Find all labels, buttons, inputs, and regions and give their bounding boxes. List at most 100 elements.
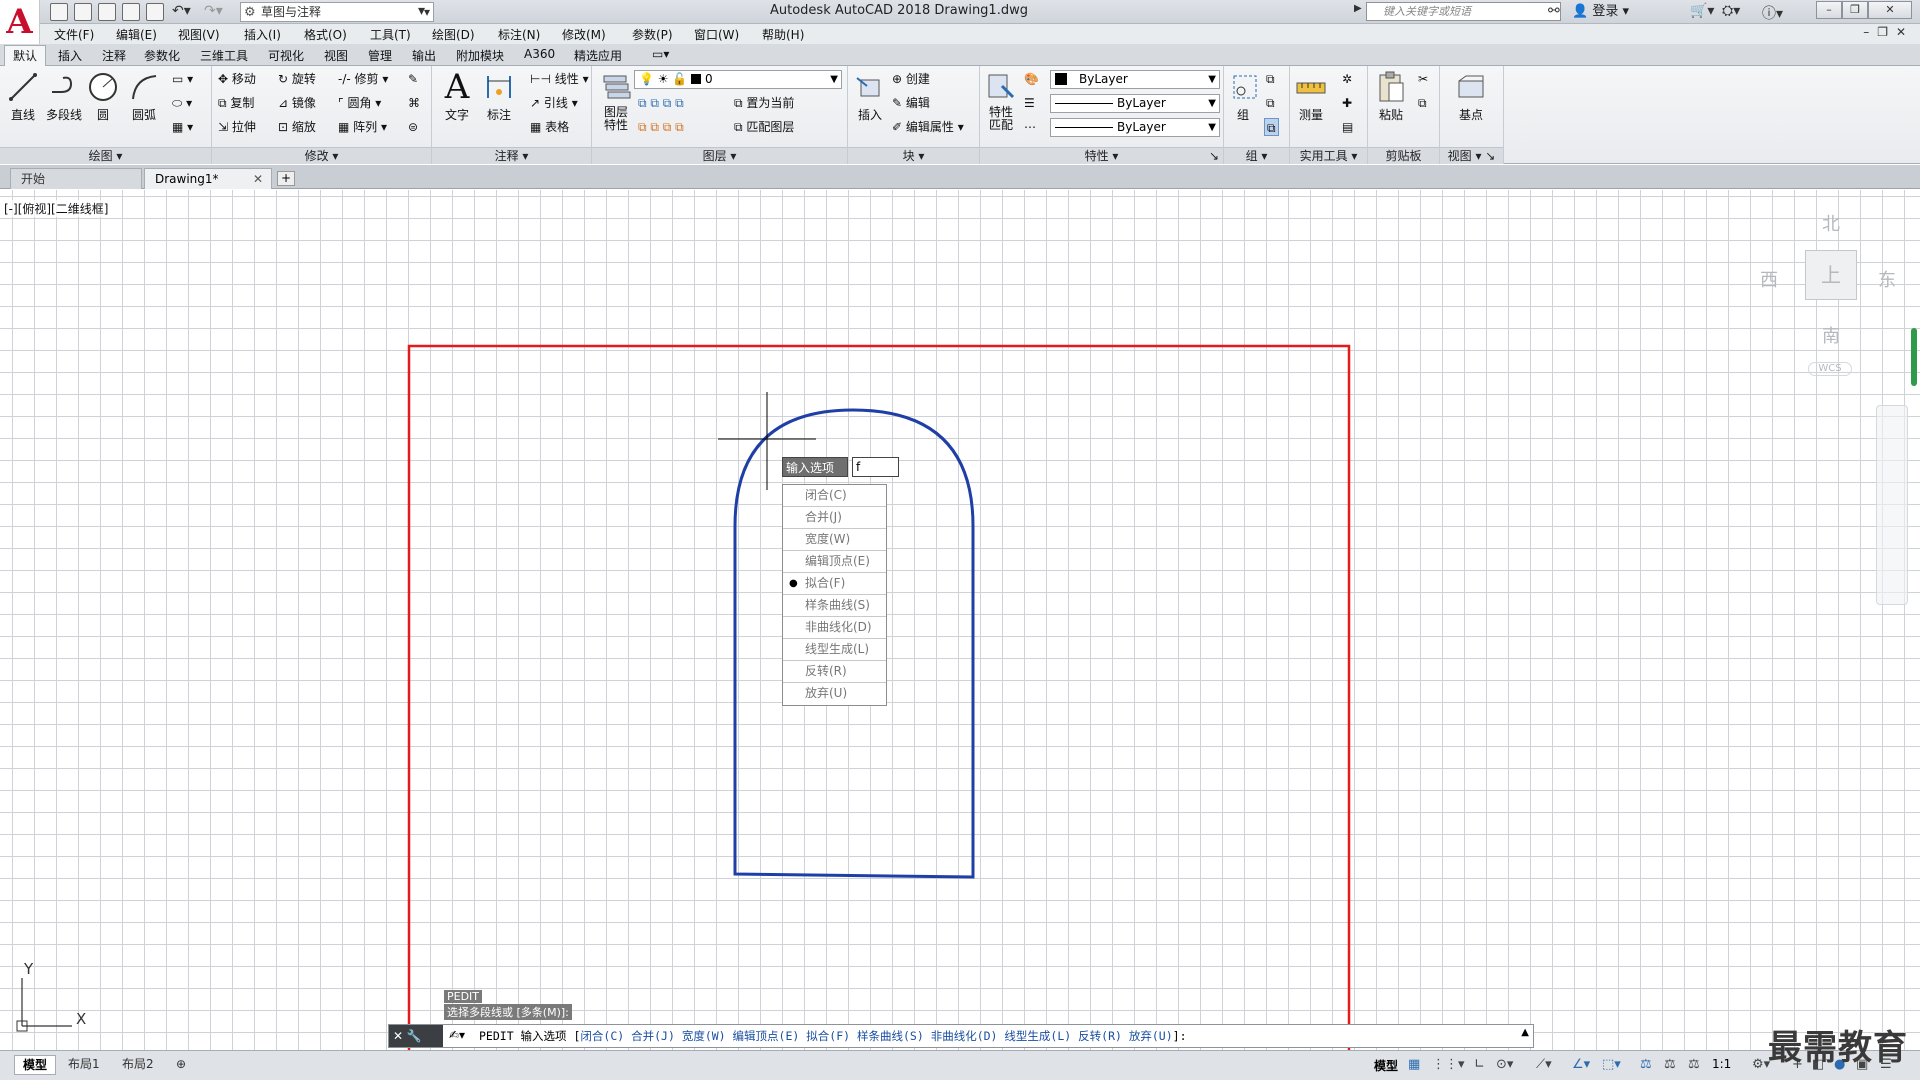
scroll-marker[interactable] <box>1911 328 1917 386</box>
layout-tab-model[interactable]: 模型 <box>14 1055 57 1075</box>
option-close[interactable]: 闭合(C) <box>783 485 886 507</box>
viewcube[interactable]: 北 西 东 南 上 WCS <box>1760 200 1900 380</box>
panel-clipboard-title[interactable]: 剪贴板 <box>1368 147 1439 164</box>
linetype-icon[interactable]: ⋯ <box>1024 118 1036 136</box>
panel-groups-title[interactable]: 组 ▾ <box>1224 147 1289 164</box>
layout-tab-2[interactable]: 布局2 <box>114 1055 162 1075</box>
option-join[interactable]: 合并(J) <box>783 507 886 529</box>
menu-edit[interactable]: 编辑(E) <box>116 26 157 43</box>
tab-annotate[interactable]: 注释 <box>102 47 126 64</box>
layout-tab-1[interactable]: 布局1 <box>60 1055 108 1075</box>
option-spline[interactable]: 样条曲线(S) <box>783 595 886 617</box>
tab-home[interactable]: 默认 <box>4 45 47 66</box>
layer-tools-row2[interactable]: ⧉ ⧉ ⧉ ⧉ <box>638 118 684 136</box>
linetype-combo[interactable]: ByLayer ▼ <box>1050 94 1220 113</box>
match-properties-tool[interactable]: 特性 匹配 <box>984 70 1018 132</box>
paste-tool[interactable]: 粘贴 <box>1374 70 1408 123</box>
tab-featured-apps[interactable]: 精选应用 <box>574 47 622 64</box>
save-as-icon[interactable] <box>122 3 140 21</box>
panel-properties-title[interactable]: 特性 ▾ ↘ <box>980 147 1223 164</box>
rectangle-icon[interactable]: ▭ ▾ <box>172 70 193 88</box>
circle-tool[interactable]: 圆 <box>86 70 120 123</box>
linear-dim-tool[interactable]: ⊢⊣ 线性 ▾ <box>530 70 589 88</box>
color-combo[interactable]: ByLayer ▼ <box>1050 70 1220 89</box>
menu-draw[interactable]: 绘图(D) <box>432 26 475 43</box>
osnap-icon[interactable]: ⟋▾ <box>1536 1057 1552 1072</box>
workspace-combo[interactable]: ⚙ 草图与注释 ▾ <box>240 2 434 22</box>
ungroup-icon[interactable]: ⧉ <box>1266 70 1275 88</box>
scale-combo[interactable]: 1:1 <box>1712 1057 1731 1071</box>
trim-tool[interactable]: -/- 修剪 ▾ <box>338 70 388 88</box>
edit-block-tool[interactable]: ✎ 编辑 <box>892 94 930 112</box>
tab-parametric[interactable]: 参数化 <box>144 47 180 64</box>
cube-top-face[interactable]: 上 <box>1805 250 1857 300</box>
menu-view[interactable]: 视图(V) <box>178 26 220 43</box>
text-tool[interactable]: A 文字 <box>440 70 474 123</box>
tab-output[interactable]: 输出 <box>412 47 436 64</box>
tab-a360[interactable]: A360 <box>524 47 555 61</box>
menu-tools[interactable]: 工具(T) <box>370 26 411 43</box>
polar-icon[interactable]: ⊙▾ <box>1496 1057 1513 1072</box>
layer-tools-row1[interactable]: ⧉ ⧉ ⧉ ⧉ <box>638 94 684 112</box>
lineweight-icon[interactable]: ☰ <box>1024 94 1035 112</box>
color-wheel-icon[interactable]: 🎨 <box>1024 70 1039 88</box>
search-input[interactable]: 键入关键字或短语 <box>1366 2 1561 21</box>
command-line-controls[interactable]: ✕ 🔧 <box>389 1025 443 1047</box>
navigation-bar[interactable] <box>1876 405 1908 605</box>
chevron-up-icon[interactable]: ▲ <box>1521 1027 1529 1038</box>
compass-east[interactable]: 东 <box>1878 266 1896 292</box>
application-menu-button[interactable]: A <box>0 0 40 44</box>
point-icon[interactable]: ✚ <box>1342 94 1352 112</box>
line-tool[interactable]: 直线 <box>6 70 40 123</box>
chevron-right-icon[interactable]: ▶ <box>1354 3 1362 14</box>
panel-view-title[interactable]: 视图 ▾ ↘ <box>1440 147 1503 164</box>
option-edit-vertex[interactable]: 编辑顶点(E) <box>783 551 886 573</box>
command-line[interactable]: ✕ 🔧 ✍▾ PEDIT 输入选项 [闭合(C) 合并(J) 宽度(W) 编辑顶… <box>388 1024 1534 1048</box>
tab-view[interactable]: 视图 <box>324 47 348 64</box>
calculator-icon[interactable]: ▤ <box>1342 118 1353 136</box>
save-icon[interactable] <box>98 3 116 21</box>
close-icon[interactable]: ✕ <box>253 169 263 189</box>
copy-tool[interactable]: ⧉ 复制 <box>218 94 254 112</box>
annotation-visibility-icon[interactable]: ⚖ <box>1664 1057 1676 1072</box>
fillet-tool[interactable]: ⌜ 圆角 ▾ <box>338 94 381 112</box>
copy-clip-icon[interactable]: ⧉ <box>1418 94 1427 112</box>
panel-layers-title[interactable]: 图层 ▾ <box>592 147 847 164</box>
open-file-icon[interactable] <box>74 3 92 21</box>
match-layer-tool[interactable]: ⧉ 匹配图层 <box>734 118 794 136</box>
annotate-auto-icon[interactable]: ⚖ <box>1688 1057 1700 1072</box>
menu-dimension[interactable]: 标注(N) <box>498 26 540 43</box>
option-ltype-gen[interactable]: 线型生成(L) <box>783 639 886 661</box>
cart-icon[interactable]: 🛒▾ <box>1690 3 1714 19</box>
menu-insert[interactable]: 插入(I) <box>244 26 281 43</box>
insert-block-tool[interactable]: 插入 <box>852 70 888 123</box>
create-block-tool[interactable]: ⊕ 创建 <box>892 70 930 88</box>
tab-addins[interactable]: 附加模块 <box>456 47 504 64</box>
panel-modify-title[interactable]: 修改 ▾ <box>212 147 431 164</box>
make-current-tool[interactable]: ⧉ 置为当前 <box>734 94 794 112</box>
panel-utilities-title[interactable]: 实用工具 ▾ <box>1290 147 1367 164</box>
stretch-tool[interactable]: ⇲ 拉伸 <box>218 118 256 136</box>
menu-help[interactable]: 帮助(H) <box>762 26 804 43</box>
scale-tool[interactable]: ⊡ 缩放 <box>278 118 316 136</box>
tab-visualize[interactable]: 可视化 <box>268 47 304 64</box>
help-icon[interactable]: ⓘ▾ <box>1762 3 1783 23</box>
tab-start[interactable]: 开始 <box>10 168 142 189</box>
menu-format[interactable]: 格式(O) <box>304 26 347 43</box>
add-layout-button[interactable]: ⊕ <box>168 1055 194 1075</box>
undo-icon[interactable]: ↶▾ <box>172 3 191 19</box>
dimension-tool[interactable]: 标注 <box>482 70 516 123</box>
arc-tool[interactable]: 圆弧 <box>126 70 162 123</box>
new-file-icon[interactable] <box>50 3 68 21</box>
print-icon[interactable] <box>146 3 164 21</box>
quick-select-icon[interactable]: ✲ <box>1342 70 1352 88</box>
panel-draw-title[interactable]: 绘图 ▾ <box>0 147 211 164</box>
lineweight-combo[interactable]: ByLayer ▼ <box>1050 118 1220 137</box>
leader-tool[interactable]: ↗ 引线 ▾ <box>530 94 578 112</box>
compass-north[interactable]: 北 <box>1822 210 1840 236</box>
maximize-button[interactable]: ❐ <box>1842 1 1868 19</box>
move-tool[interactable]: ✥ 移动 <box>218 70 256 88</box>
table-tool[interactable]: ▦ 表格 <box>530 118 569 136</box>
ribbon-options-icon[interactable]: ▭▾ <box>652 47 669 61</box>
otrack-icon[interactable]: ∠▾ <box>1572 1057 1590 1072</box>
